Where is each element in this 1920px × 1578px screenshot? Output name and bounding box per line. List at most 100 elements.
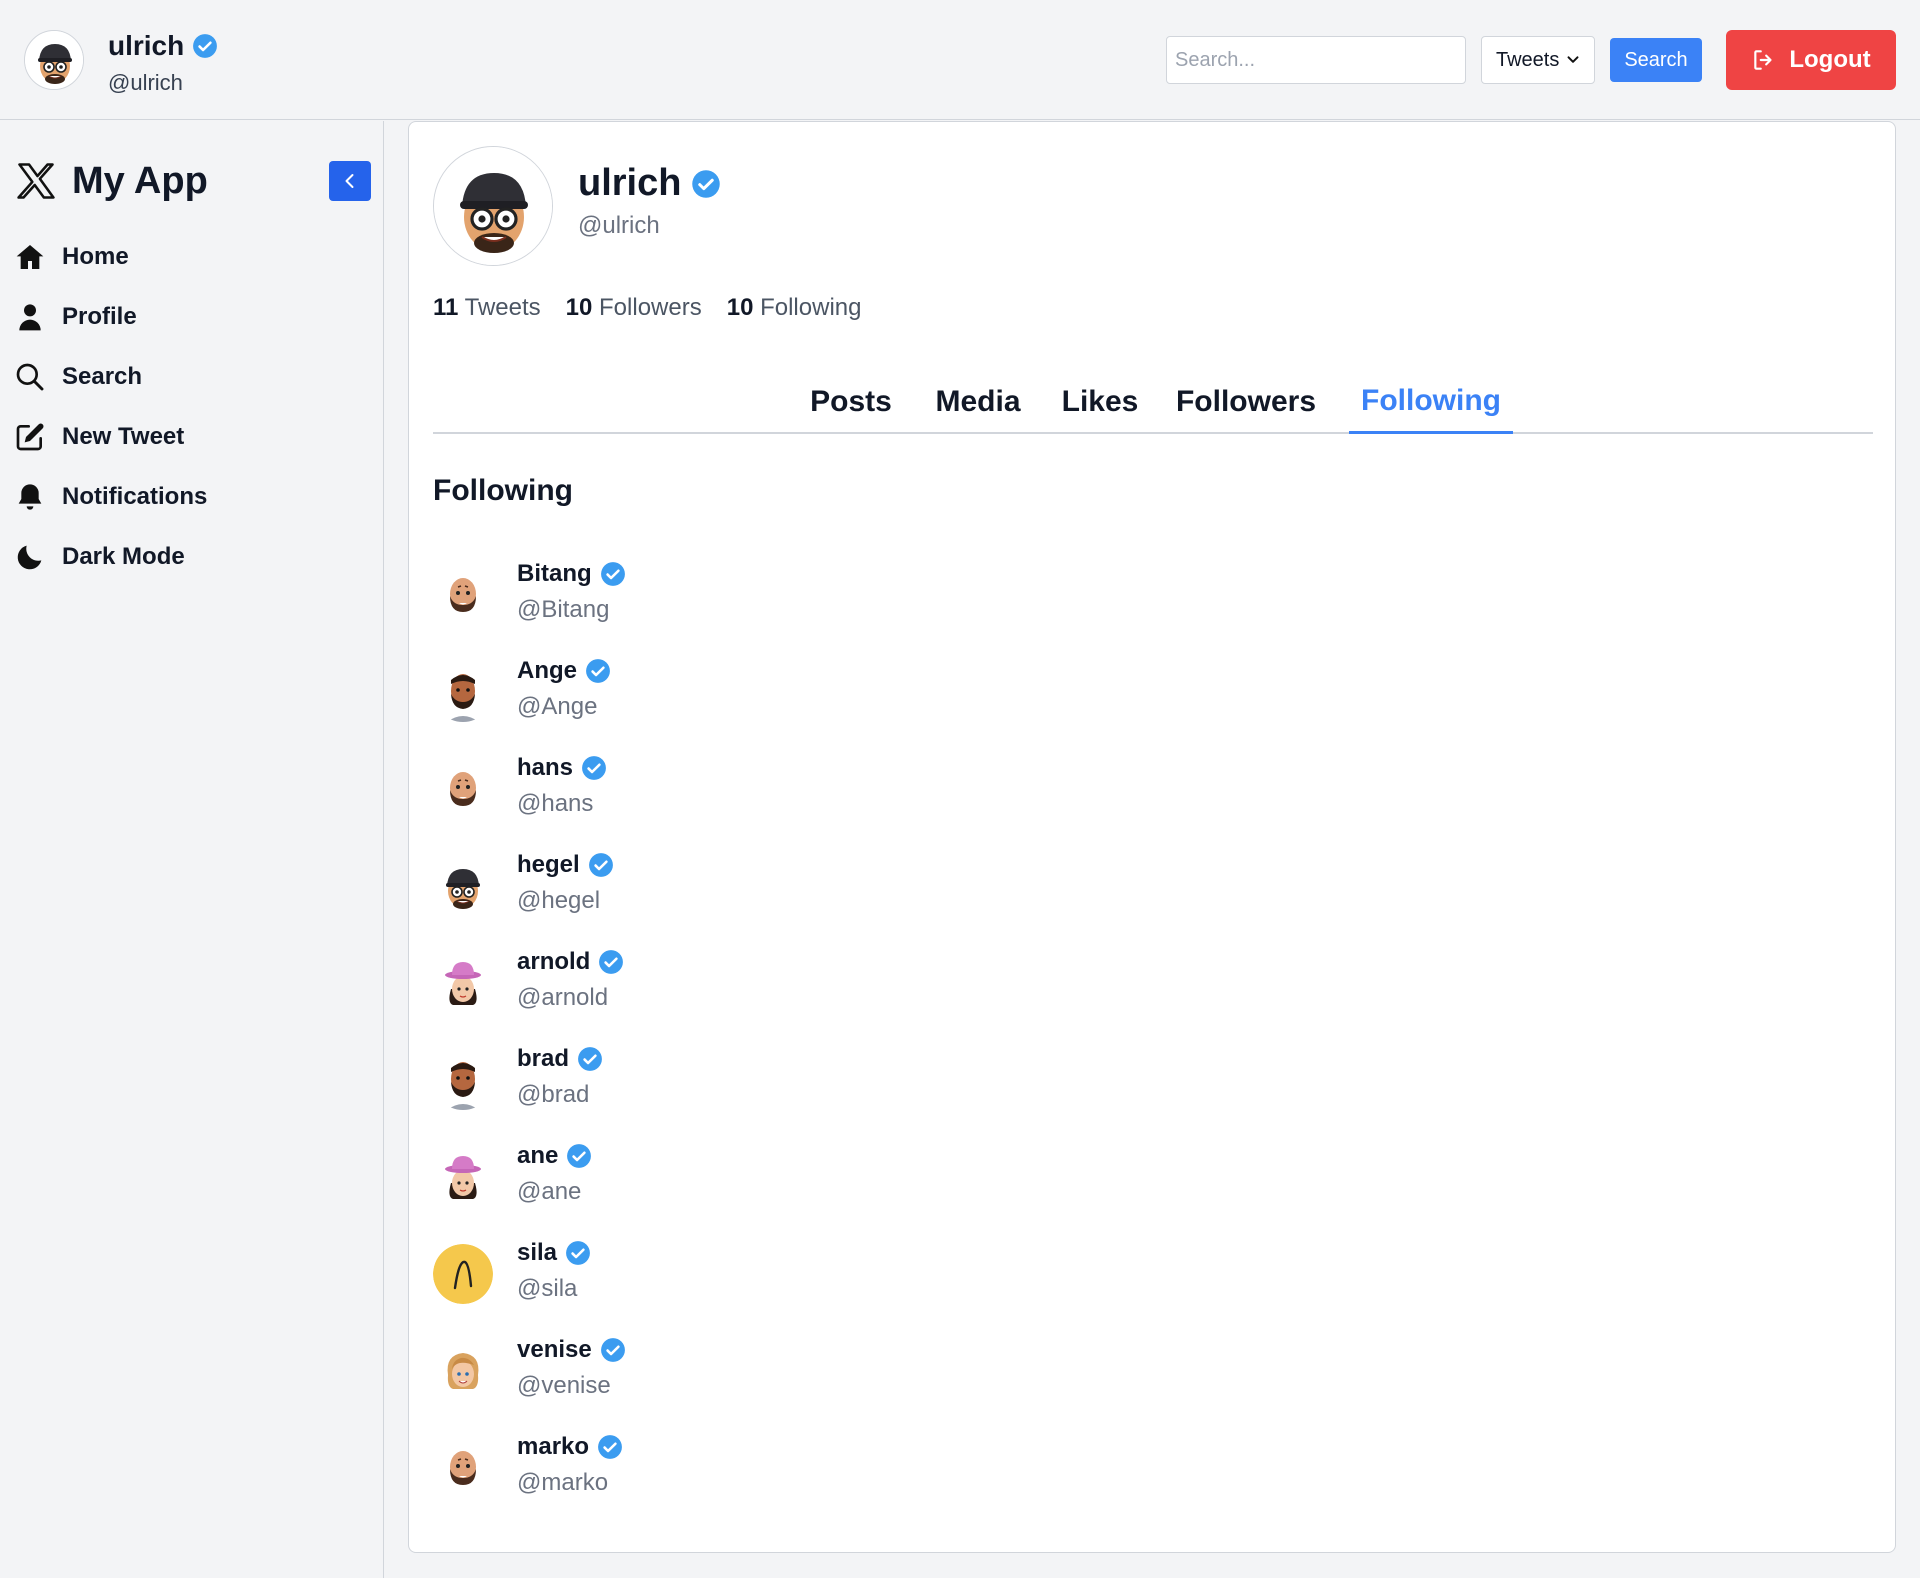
following-list: Bitang @Bitang Ange @Ange hans @hans hegel @heg…	[433, 560, 1033, 1530]
user-handle: @arnold	[517, 984, 609, 1011]
following-item[interactable]: hans @hans	[433, 754, 1033, 851]
sidebar-item-label: Dark Mode	[62, 543, 185, 570]
stat-following-label: Following	[760, 294, 862, 321]
tab-media[interactable]: Media	[926, 370, 1030, 434]
user-name-row: Ange	[517, 657, 611, 685]
sidebar: My App Home Profile Search New Tweet Not…	[0, 121, 384, 1578]
user-avatar[interactable]	[433, 1050, 493, 1110]
tab-following[interactable]: Following	[1349, 370, 1513, 434]
tab-followers[interactable]: Followers	[1170, 370, 1322, 434]
verified-icon	[577, 1046, 603, 1072]
user-name[interactable]: hegel	[517, 851, 580, 879]
verified-icon	[588, 852, 614, 878]
sidebar-item-home[interactable]: Home	[14, 227, 207, 287]
user-avatar[interactable]	[433, 856, 493, 916]
user-avatar[interactable]	[433, 662, 493, 722]
user-avatar[interactable]	[433, 1147, 493, 1207]
following-item[interactable]: brad @brad	[433, 1045, 1033, 1142]
stat-followers[interactable]: 10 Followers	[566, 294, 702, 322]
current-user-handle: @ulrich	[108, 70, 183, 95]
user-handle: @sila	[517, 1275, 578, 1302]
brand[interactable]: My App	[14, 159, 208, 203]
sidebar-item-dark-mode[interactable]: Dark Mode	[14, 527, 207, 587]
edit-icon	[16, 423, 44, 451]
search-icon	[16, 363, 44, 391]
user-name[interactable]: brad	[517, 1045, 569, 1073]
user-avatar[interactable]	[433, 565, 493, 625]
moon-icon	[17, 545, 42, 570]
user-name[interactable]: arnold	[517, 948, 590, 976]
current-user-name-row: ulrich	[108, 30, 218, 62]
user-avatar[interactable]	[433, 1438, 493, 1498]
collapse-sidebar-button[interactable]	[329, 161, 371, 201]
sidebar-item-search[interactable]: Search	[14, 347, 207, 407]
following-item[interactable]: marko @marko	[433, 1433, 1033, 1530]
logout-button[interactable]: Logout	[1726, 30, 1896, 90]
stat-followers-label: Followers	[599, 294, 702, 321]
bell-icon	[18, 484, 42, 510]
sidebar-item-new-tweet[interactable]: New Tweet	[14, 407, 207, 467]
user-avatar[interactable]	[433, 1341, 493, 1401]
user-name[interactable]: marko	[517, 1433, 589, 1461]
user-name[interactable]: hans	[517, 754, 573, 782]
current-user-name: ulrich	[108, 30, 185, 61]
user-name[interactable]: sila	[517, 1239, 557, 1267]
verified-icon	[585, 658, 611, 684]
user-icon	[19, 304, 41, 331]
sidebar-item-notifications[interactable]: Notifications	[14, 467, 207, 527]
user-avatar[interactable]	[433, 1244, 493, 1304]
following-item[interactable]: ane @ane	[433, 1142, 1033, 1239]
following-item[interactable]: venise @venise	[433, 1336, 1033, 1433]
home-icon	[16, 245, 44, 269]
profile-name-row: ulrich	[578, 162, 721, 205]
stat-tweets-count: 11	[433, 294, 459, 321]
verified-icon	[565, 1240, 591, 1266]
user-name-row: marko	[517, 1433, 623, 1461]
user-handle: @marko	[517, 1469, 609, 1496]
sidebar-item-profile[interactable]: Profile	[14, 287, 207, 347]
user-name-row: hans	[517, 754, 607, 782]
stat-following[interactable]: 10 Following	[727, 294, 862, 322]
search-button[interactable]: Search	[1610, 38, 1702, 82]
user-name-row: venise	[517, 1336, 626, 1364]
verified-icon	[600, 561, 626, 587]
stat-tweets[interactable]: 11 Tweets	[433, 294, 541, 322]
user-name[interactable]: venise	[517, 1336, 592, 1364]
sidebar-nav: Home Profile Search New Tweet Notificati…	[14, 227, 207, 587]
current-user-avatar[interactable]	[24, 30, 84, 90]
profile-stats: 11 Tweets 10 Followers 10 Following	[433, 294, 861, 322]
section-title: Following	[433, 474, 573, 507]
user-name-row: hegel	[517, 851, 614, 879]
following-item[interactable]: hegel @hegel	[433, 851, 1033, 948]
verified-icon	[598, 949, 624, 975]
user-handle: @Ange	[517, 693, 598, 720]
user-handle: @hegel	[517, 887, 601, 914]
user-name[interactable]: ane	[517, 1142, 558, 1170]
user-handle: @ane	[517, 1178, 582, 1205]
verified-icon	[581, 755, 607, 781]
verified-icon	[192, 33, 218, 59]
profile-name: ulrich	[578, 162, 682, 204]
sidebar-item-label: Profile	[62, 303, 137, 330]
tab-likes[interactable]: Likes	[1057, 370, 1143, 434]
tab-posts[interactable]: Posts	[803, 370, 899, 434]
verified-icon	[566, 1143, 592, 1169]
following-item[interactable]: sila @sila	[433, 1239, 1033, 1336]
verified-icon	[691, 169, 721, 199]
search-type-select[interactable]: Tweets	[1481, 36, 1595, 84]
following-item[interactable]: Bitang @Bitang	[433, 560, 1033, 657]
user-name[interactable]: Bitang	[517, 560, 592, 588]
user-avatar[interactable]	[433, 759, 493, 819]
chevron-down-icon	[1567, 56, 1579, 63]
user-name[interactable]: Ange	[517, 657, 577, 685]
verified-icon	[597, 1434, 623, 1460]
stat-tweets-label: Tweets	[464, 294, 541, 321]
sidebar-item-label: New Tweet	[62, 423, 185, 450]
following-item[interactable]: arnold @arnold	[433, 948, 1033, 1045]
brand-name: My App	[72, 159, 208, 202]
profile-avatar	[433, 146, 553, 266]
following-item[interactable]: Ange @Ange	[433, 657, 1033, 754]
verified-icon	[600, 1337, 626, 1363]
user-avatar[interactable]	[433, 953, 493, 1013]
search-input[interactable]	[1166, 36, 1466, 84]
